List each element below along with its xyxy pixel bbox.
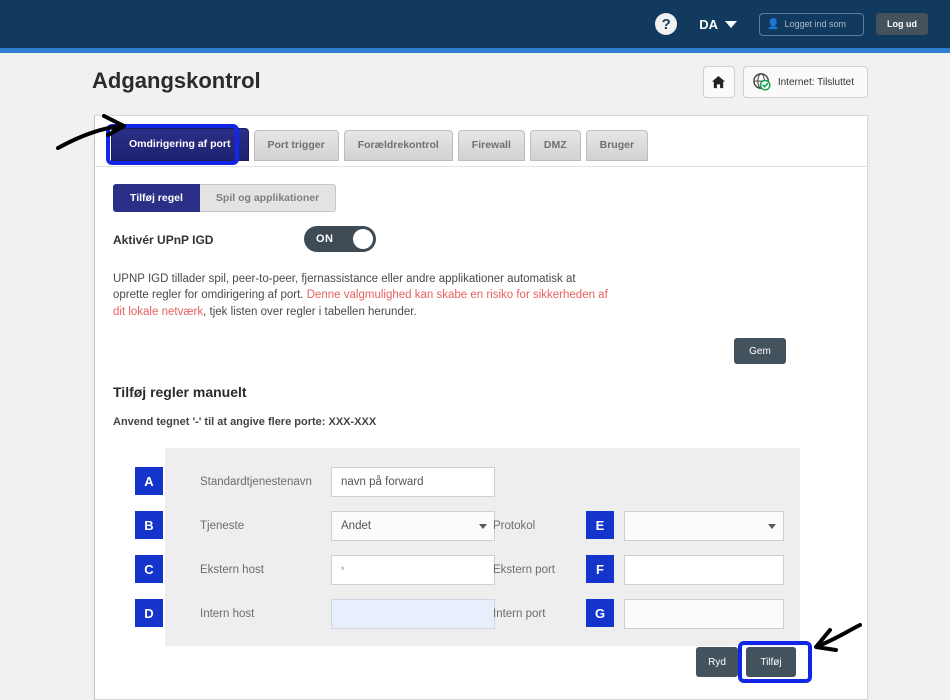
marker-e: E [586,511,614,539]
label-tjeneste: Tjeneste [200,520,245,532]
upnp-description-part2: , tjek listen over regler i tabellen her… [203,305,417,318]
input-standardtjenestenavn[interactable]: navn på forward [331,467,495,497]
chevron-down-icon-protokol [768,524,776,529]
content-panel: Omdirigering af port Port trigger Foræld… [95,115,868,700]
logout-button[interactable]: Log ud [876,13,928,35]
user-icon: 👤 [767,18,780,30]
upnp-toggle-state: ON [316,233,334,245]
tab-bar: Omdirigering af port Port trigger Foræld… [111,128,649,161]
tab-firewall[interactable]: Firewall [457,130,525,161]
input-ekstern-host[interactable]: * [331,555,495,585]
select-protokol[interactable] [624,511,784,541]
tab-omdirigering-af-port[interactable]: Omdirigering af port [111,128,249,161]
tab-dmz[interactable]: DMZ [529,130,581,161]
tab-bruger[interactable]: Bruger [585,130,649,161]
language-selector[interactable]: DA [699,17,737,32]
toggle-knob [353,229,373,249]
input-ekstern-port[interactable] [624,555,784,585]
marker-c: C [135,555,163,583]
input-intern-host[interactable] [331,599,495,629]
manual-rules-title: Tilføj regler manuelt [113,384,247,400]
label-standardtjenestenavn: Standardtjenestenavn [200,476,312,488]
tab-port-trigger[interactable]: Port trigger [253,130,339,161]
label-protokol: Protokol [493,520,536,532]
subtab-tilfoj-regel[interactable]: Tilføj regel [113,184,200,212]
marker-g: G [586,599,614,627]
add-button[interactable]: Tilføj [746,647,796,677]
accent-strip [0,48,950,53]
chevron-down-icon-tjeneste [479,524,487,529]
label-intern-host: Intern host [200,608,255,620]
clear-button[interactable]: Ryd [696,647,738,677]
top-bar: ? DA 👤 Logget ind som Log ud [0,0,950,48]
header-actions: Internet: Tilsluttet [702,66,868,98]
sub-tab-bar: Tilføj regel Spil og applikationer [113,184,337,212]
tab-bar-divider [95,166,868,167]
upnp-description: UPNP IGD tillader spil, peer-to-peer, fj… [113,271,613,320]
home-icon [712,75,726,88]
upnp-igd-toggle[interactable]: ON [304,226,376,252]
globe-check-icon [753,73,771,91]
label-ekstern-port: Ekstern port [493,564,555,576]
marker-d: D [135,599,163,627]
language-label: DA [699,16,718,32]
page-title: Adgangskontrol [92,68,261,93]
save-button[interactable]: Gem [734,338,786,364]
home-button[interactable] [702,66,735,98]
select-tjeneste[interactable]: Andet [331,511,495,541]
marker-b: B [135,511,163,539]
subtab-spil-og-applikationer[interactable]: Spil og applikationer [199,184,337,212]
upnp-igd-label: Aktivér UPnP IGD [113,233,214,247]
input-intern-port[interactable] [624,599,784,629]
chevron-down-icon [725,20,737,28]
internet-status-label: Internet: Tilsluttet [777,76,854,88]
marker-f: F [586,555,614,583]
tab-foraeldrekontrol[interactable]: Forældrekontrol [343,130,453,161]
marker-a: A [135,467,163,495]
help-icon[interactable]: ? [655,13,678,35]
logged-in-as-placeholder: Logget ind som [784,19,846,29]
label-intern-port: Intern port [493,608,546,620]
internet-status-badge[interactable]: Internet: Tilsluttet [742,66,868,98]
manual-rules-hint: Anvend tegnet '-' til at angive flere po… [113,416,377,428]
label-ekstern-host: Ekstern host [200,564,264,576]
logged-in-as-field[interactable]: 👤 Logget ind som [759,12,864,36]
